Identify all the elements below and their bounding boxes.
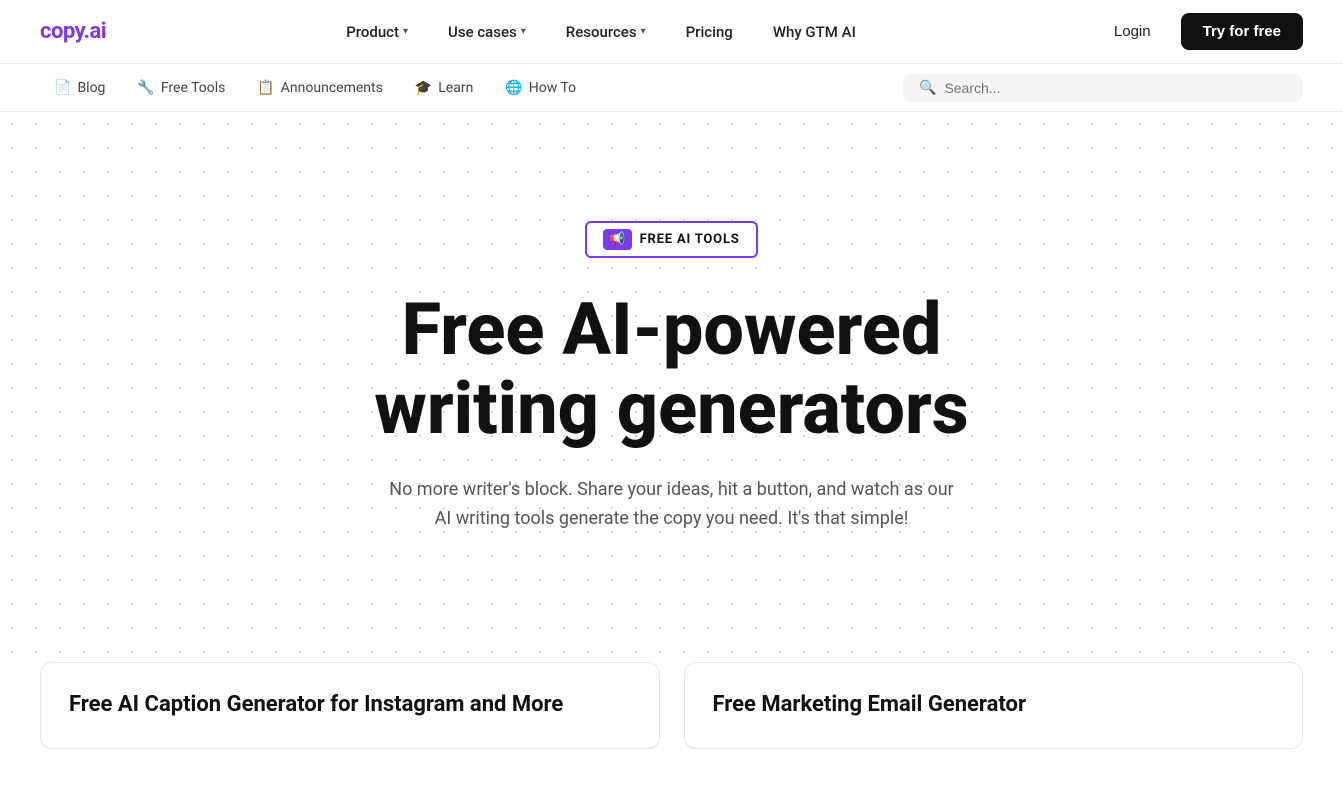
search-input[interactable] (944, 80, 1287, 96)
card-title: Free AI Caption Generator for Instagram … (69, 691, 631, 720)
nav-item-pricing[interactable]: Pricing (670, 15, 749, 49)
cards-section: Free AI Caption Generator for Instagram … (0, 662, 1343, 789)
hero-subtitle: No more writer's block. Share your ideas… (382, 476, 962, 534)
badge-icon: 📢 (603, 229, 631, 250)
sub-nav-label: How To (529, 80, 576, 96)
hero-section: 📢 FREE AI TOOLS Free AI-powered writing … (0, 112, 1343, 662)
sub-nav-item-announcements[interactable]: 📋 Announcements (243, 74, 396, 102)
sub-nav-label: Learn (438, 80, 473, 96)
sub-nav-item-free-tools[interactable]: 🔧 Free Tools (123, 74, 239, 102)
chevron-down-icon: ▾ (641, 26, 646, 37)
login-button[interactable]: Login (1096, 15, 1169, 48)
sub-nav-links: 📄 Blog 🔧 Free Tools 📋 Announcements 🎓 Learn 🌐 How… (40, 74, 590, 102)
nav-actions: Login Try for free (1096, 13, 1303, 50)
learn-icon: 🎓 (415, 80, 432, 96)
search-icon: 🔍 (919, 80, 936, 96)
hero-title: Free AI-powered writing generators (312, 290, 1032, 448)
badge: 📢 FREE AI TOOLS (585, 221, 757, 258)
logo-text: copy.ai (40, 19, 106, 44)
chevron-down-icon: ▾ (403, 26, 408, 37)
badge-text: FREE AI TOOLS (640, 232, 740, 247)
nav-links: Product▾Use cases▾Resources▾PricingWhy G… (330, 15, 872, 49)
how-to-icon: 🌐 (505, 80, 522, 96)
sub-nav-label: Blog (77, 80, 105, 96)
logo[interactable]: copy.ai (40, 19, 106, 44)
sub-nav-label: Free Tools (161, 80, 226, 96)
sub-nav: 📄 Blog 🔧 Free Tools 📋 Announcements 🎓 Learn 🌐 How… (0, 64, 1343, 112)
blog-icon: 📄 (54, 80, 71, 96)
card-title: Free Marketing Email Generator (713, 691, 1275, 720)
top-nav: copy.ai Product▾Use cases▾Resources▾Pric… (0, 0, 1343, 64)
try-free-button[interactable]: Try for free (1181, 13, 1303, 50)
card[interactable]: Free AI Caption Generator for Instagram … (40, 662, 660, 749)
nav-item-why-gtm-ai[interactable]: Why GTM AI (757, 15, 872, 49)
sub-nav-item-learn[interactable]: 🎓 Learn (401, 74, 488, 102)
nav-item-resources[interactable]: Resources▾ (550, 15, 662, 49)
sub-nav-label: Announcements (281, 80, 383, 96)
nav-item-product[interactable]: Product▾ (330, 15, 424, 49)
sub-nav-item-how-to[interactable]: 🌐 How To (491, 74, 590, 102)
chevron-down-icon: ▾ (521, 26, 526, 37)
card[interactable]: Free Marketing Email Generator (684, 662, 1304, 749)
free-tools-icon: 🔧 (137, 80, 154, 96)
search-box[interactable]: 🔍 (903, 74, 1303, 102)
nav-item-use-cases[interactable]: Use cases▾ (432, 15, 542, 49)
announcements-icon: 📋 (257, 80, 274, 96)
sub-nav-item-blog[interactable]: 📄 Blog (40, 74, 119, 102)
